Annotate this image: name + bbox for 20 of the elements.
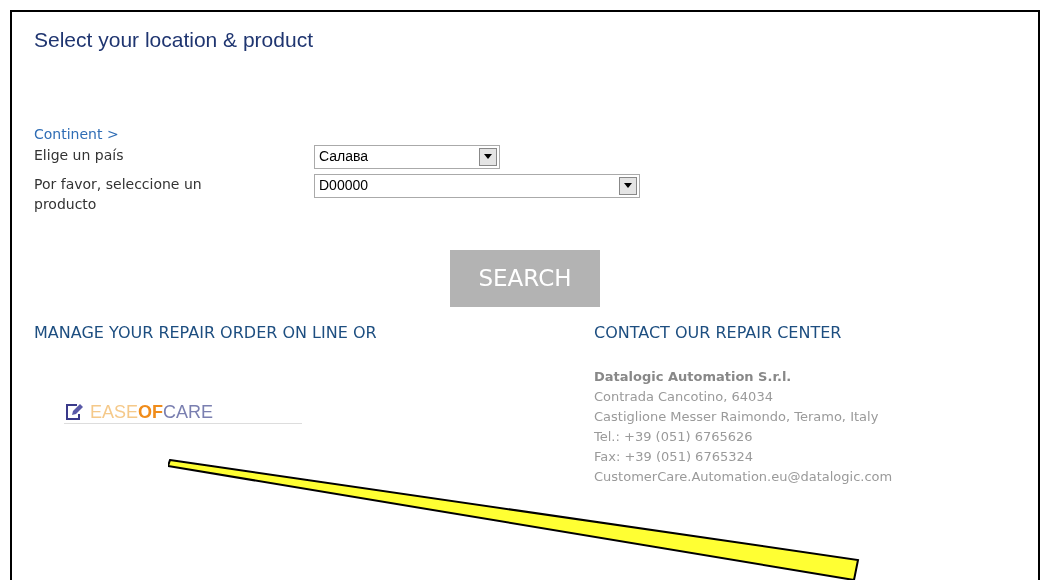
- caret-icon: [484, 154, 492, 159]
- dropdown-button[interactable]: [479, 147, 497, 166]
- dropdown-button[interactable]: [619, 176, 637, 195]
- contact-text: Tel.: +39 (051) 6765626: [594, 428, 753, 444]
- select-field[interactable]: Салава: [314, 144, 500, 169]
- select-field[interactable]: D00000: [314, 173, 640, 198]
- section-heading: MANAGE YOUR REPAIR ORDER ON LINE OR: [34, 321, 378, 344]
- breadcrumb-link[interactable]: Continent >: [34, 125, 119, 142]
- contact-text: CustomerCare.Automation.eu@datalogic.com: [594, 468, 893, 484]
- contact-text: Contrada Cancotino, 64034: [594, 388, 773, 404]
- contact-text: Fax: +39 (051) 6765324: [594, 448, 753, 464]
- page-title: Select your location & product: [34, 27, 314, 53]
- caret-icon: [624, 183, 632, 188]
- easeofcare-logo[interactable]: EASEOFCARE: [64, 402, 302, 424]
- contact-text: Castiglione Messer Raimondo, Teramo, Italy: [594, 408, 879, 424]
- contact-text: Datalogic Automation S.r.l.: [594, 368, 792, 384]
- field-label: Elige un país: [34, 145, 125, 165]
- field-label: Por favor, seleccione un producto: [34, 174, 203, 214]
- section-heading: CONTACT OUR REPAIR CENTER: [594, 321, 843, 344]
- edit-note-icon: [64, 402, 84, 421]
